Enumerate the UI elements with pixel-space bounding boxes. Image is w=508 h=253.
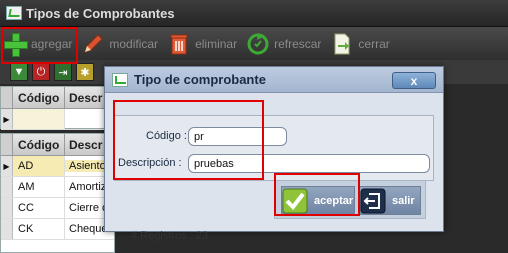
table-row[interactable]: CC Cierre c bbox=[1, 198, 114, 219]
cell-code[interactable]: AD bbox=[13, 156, 65, 176]
dialog-form: Código : Descripción : bbox=[114, 115, 434, 181]
cell-code[interactable]: AM bbox=[13, 177, 65, 197]
cell-code[interactable]: CC bbox=[13, 198, 65, 218]
table-row[interactable]: AM Amortiz bbox=[1, 177, 114, 198]
cell-desc[interactable]: Asiento bbox=[65, 160, 106, 172]
record-count-status: # Registros : 23 bbox=[131, 230, 209, 242]
chart-app-icon bbox=[112, 72, 128, 87]
exit-button-label: salir bbox=[392, 194, 415, 207]
dialog-buttons-area: aceptar salir bbox=[274, 180, 426, 219]
power-icon[interactable]: ⏻ bbox=[32, 63, 50, 81]
edit-button[interactable]: modificar bbox=[81, 32, 158, 56]
description-field[interactable] bbox=[188, 154, 430, 173]
checkmark-icon bbox=[282, 188, 308, 214]
close-button-label: cerrar bbox=[358, 36, 390, 51]
code-label: Código : bbox=[146, 130, 187, 142]
accept-button[interactable]: aceptar bbox=[281, 186, 355, 215]
cell-desc[interactable]: Amortiz bbox=[65, 181, 106, 193]
table-row[interactable]: CK Cheques bbox=[1, 219, 114, 240]
cell-desc[interactable]: Cierre c bbox=[65, 202, 108, 214]
column-header-code[interactable]: Código bbox=[13, 87, 65, 108]
filter-grid: Código Descr ▶ bbox=[0, 86, 115, 130]
export-icon[interactable]: ⇥ bbox=[54, 63, 72, 81]
description-label: Descripción : bbox=[118, 157, 182, 169]
comprobante-dialog: Tipo de comprobante x Código : Descripci… bbox=[104, 66, 444, 232]
refresh-button[interactable]: refrescar bbox=[246, 32, 321, 56]
exit-door-icon bbox=[360, 188, 386, 214]
accept-button-label: aceptar bbox=[314, 194, 354, 207]
pencil-icon bbox=[81, 32, 105, 56]
cell-code[interactable]: CK bbox=[13, 219, 65, 239]
row-pointer-icon: ▶ bbox=[1, 109, 13, 129]
settings-icon[interactable]: ✱ bbox=[76, 63, 94, 81]
table-row[interactable]: ▶ AD Asiento bbox=[1, 156, 114, 177]
edit-button-label: modificar bbox=[109, 36, 159, 51]
chart-app-icon bbox=[6, 6, 22, 20]
trash-icon bbox=[167, 32, 191, 56]
dialog-close-button[interactable]: x bbox=[392, 72, 436, 89]
download-icon[interactable]: ▼ bbox=[10, 63, 28, 81]
records-grid: Código Descr ▶ AD Asiento AM Amortiz CC … bbox=[0, 133, 115, 253]
filter-row[interactable]: ▶ bbox=[1, 109, 114, 130]
window-titlebar: Tipos de Comprobantes bbox=[0, 0, 508, 27]
close-doc-icon bbox=[330, 32, 354, 56]
refresh-icon bbox=[246, 32, 270, 56]
column-header-code[interactable]: Código bbox=[13, 134, 65, 155]
column-header-desc[interactable]: Descr bbox=[65, 91, 102, 105]
window-title: Tipos de Comprobantes bbox=[26, 5, 175, 21]
row-pointer-icon: ▶ bbox=[1, 156, 13, 176]
code-field[interactable] bbox=[188, 127, 287, 146]
filter-grid-header: Código Descr bbox=[1, 87, 114, 109]
add-button[interactable]: agregar bbox=[3, 32, 73, 57]
records-grid-header: Código Descr bbox=[1, 134, 114, 156]
refresh-button-label: refrescar bbox=[274, 36, 322, 51]
plus-icon bbox=[3, 32, 28, 57]
delete-button-label: eliminar bbox=[195, 36, 238, 51]
exit-button[interactable]: salir bbox=[359, 186, 421, 215]
main-toolbar: agregar modificar eliminar refrescar cer… bbox=[0, 27, 508, 60]
add-button-label: agregar bbox=[31, 36, 73, 51]
delete-button[interactable]: eliminar bbox=[167, 32, 237, 56]
dialog-title: Tipo de comprobante bbox=[134, 72, 266, 87]
close-button[interactable]: cerrar bbox=[330, 32, 390, 56]
column-header-desc[interactable]: Descr bbox=[65, 138, 102, 152]
